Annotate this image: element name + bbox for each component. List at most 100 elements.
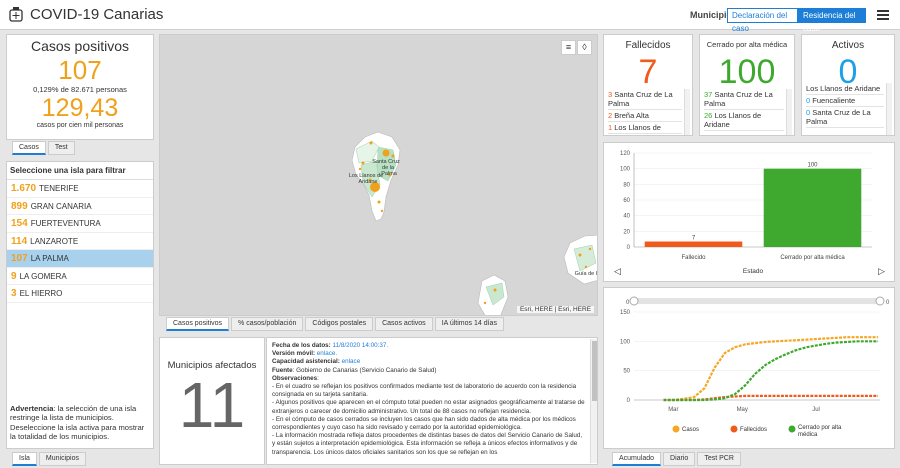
list-item: 37 Santa Cruz de La Palma xyxy=(704,89,784,110)
tab-isla[interactable]: Isla xyxy=(12,452,37,466)
island-count: 114 xyxy=(11,235,28,247)
island-row[interactable]: 899 GRAN CANARIA xyxy=(7,198,153,215)
next-arrow-icon[interactable]: ▷ xyxy=(878,266,885,276)
fallecidos-title: Fallecidos xyxy=(625,40,671,51)
list-item: Los Llanos de Aridane xyxy=(806,83,884,95)
island-row[interactable]: 107 LA PALMA xyxy=(7,250,153,268)
cerrado-value: 100 xyxy=(718,53,776,91)
obs-paragraph: - En el cómputo de casos cerrados se inc… xyxy=(272,415,576,432)
tab-acumulado[interactable]: Acumulado xyxy=(612,452,662,466)
island-name: LA PALMA xyxy=(30,254,69,263)
list-item-count: 0 xyxy=(806,96,811,105)
map-label-gomera: Guía de I xyxy=(575,271,598,277)
x-axis-title: Estado xyxy=(743,268,764,275)
notes-scrollbar[interactable] xyxy=(590,339,597,463)
tab-test-pcr[interactable]: Test PCR xyxy=(697,452,741,466)
island-list: 1.670 TENERIFE 899 GRAN CANARIA 154 FUERTEVEN… xyxy=(7,180,153,303)
legend-swatch[interactable] xyxy=(788,425,796,433)
island-name: GRAN CANARIA xyxy=(30,201,92,211)
map-point[interactable] xyxy=(380,209,384,213)
list-item-count: 26 xyxy=(704,111,713,120)
advert-text: Advertencia: la selección de una isla re… xyxy=(10,404,150,442)
map-attribution: Esri, HERE | Esri, HERE xyxy=(516,306,594,313)
tab-test[interactable]: Test xyxy=(47,141,75,155)
island-name: LA GOMERA xyxy=(19,271,67,281)
y-tick-label: 80 xyxy=(623,182,630,188)
map-point[interactable] xyxy=(391,154,395,158)
list-item-name: Fuencaliente xyxy=(812,96,856,105)
island-name: EL HIERRO xyxy=(19,289,63,298)
basemap-button[interactable]: ◊ xyxy=(577,40,592,55)
cerrado-panel: Cerrado por alta médica 100 37 Santa Cru… xyxy=(699,34,795,136)
municipio-label: Municipio xyxy=(690,10,732,20)
tab-casos-positivos[interactable]: Casos positivos xyxy=(166,317,230,331)
tab-casos-activos[interactable]: Casos activos xyxy=(375,317,433,331)
map-point[interactable] xyxy=(493,288,497,292)
y-tick-label: 50 xyxy=(623,369,630,375)
tab-diario[interactable]: Diario xyxy=(663,452,696,466)
cerrado-scrollbar[interactable] xyxy=(786,89,792,135)
map-panel[interactable]: Santa Cruz de la Palma Los Llanos de Ari… xyxy=(159,34,598,316)
island-row[interactable]: 9 LA GOMERA xyxy=(7,268,153,285)
fallecidos-scrollbar[interactable] xyxy=(684,89,690,135)
notes-scroll-thumb[interactable] xyxy=(592,341,597,401)
map-point[interactable] xyxy=(361,161,365,165)
tab-casos[interactable]: Casos xyxy=(12,141,46,155)
positivos-panel: Casos positivos 107 0,129% de 82.671 per… xyxy=(6,34,154,140)
map-point[interactable] xyxy=(578,253,582,257)
capacidad-link[interactable]: enlace xyxy=(342,358,361,365)
legend-swatch[interactable] xyxy=(730,425,738,433)
declaracion-toggle-button[interactable]: Declaración del caso xyxy=(727,8,798,33)
map-point[interactable] xyxy=(483,301,487,305)
crest-icon xyxy=(9,7,23,22)
y-tick-label: 0 xyxy=(627,398,631,404)
hamburger-menu-icon[interactable] xyxy=(877,10,889,20)
list-item-count: 37 xyxy=(704,90,713,99)
map-canvas[interactable]: Santa Cruz de la Palma Los Llanos de Ari… xyxy=(160,35,598,316)
island-row[interactable]: 1.670 TENERIFE xyxy=(7,180,153,198)
prev-arrow-icon[interactable]: ◁ xyxy=(614,266,621,276)
map-point[interactable] xyxy=(377,200,381,204)
fallecidos-panel: Fallecidos 7 3 Santa Cruz de La Palma 2 … xyxy=(603,34,693,136)
map-point[interactable] xyxy=(358,167,362,171)
layer-list-button[interactable]: ≡ xyxy=(561,40,576,55)
legend-swatch[interactable] xyxy=(672,425,680,433)
fuente-value: : Gobierno de Canarias (Servicio Canario… xyxy=(292,366,437,374)
island-count: 1.670 xyxy=(11,183,37,194)
map-point[interactable] xyxy=(382,149,390,157)
map-point[interactable] xyxy=(584,265,588,269)
movil-link[interactable]: enlace. xyxy=(317,350,337,357)
range-slider-track[interactable] xyxy=(634,298,880,304)
island-count: 154 xyxy=(11,218,28,229)
list-item: 0 Santa Cruz de La Palma xyxy=(806,107,884,128)
cerrado-list: 37 Santa Cruz de La Palma 26 Los Llanos … xyxy=(704,89,784,135)
line-chart-panel: 0 0 0 50 100 150 Mar May Jul Casos Fallecidos Cerra… xyxy=(603,287,895,449)
tab-municipios[interactable]: Municipios xyxy=(38,452,86,466)
activos-list: Los Llanos de Aridane 0 Fuencaliente 0 S… xyxy=(806,83,884,135)
list-item-name: Los Llanos de Aridane xyxy=(806,84,881,93)
list-item-name: Breña Alta xyxy=(614,111,649,120)
tab-codigos-postales[interactable]: Códigos postales xyxy=(305,317,374,331)
residencia-toggle-button[interactable]: Residencia del caso xyxy=(798,8,866,33)
range-slider-handle[interactable] xyxy=(875,296,885,306)
list-item-count: 0 xyxy=(806,108,811,117)
bar[interactable] xyxy=(644,241,743,247)
tab-pct-poblacion[interactable]: % casos/población xyxy=(231,317,304,331)
line-chart: 0 0 0 50 100 150 Mar May Jul Casos Fallecidos Cerra… xyxy=(620,296,890,438)
positivos-title: Casos positivos xyxy=(30,38,130,54)
map-point[interactable] xyxy=(369,141,373,145)
island-row[interactable]: 114 LANZAROTE xyxy=(7,233,153,250)
map-label-santa-cruz-3: Palma xyxy=(381,171,398,177)
fecha-value: 11/8/2020 14:00:37. xyxy=(332,342,389,349)
island-row[interactable]: 3 EL HIERRO xyxy=(7,285,153,303)
range-slider-handle[interactable] xyxy=(629,296,639,306)
activos-scrollbar[interactable] xyxy=(886,83,892,135)
map-point[interactable] xyxy=(588,247,592,251)
bar[interactable] xyxy=(763,168,862,247)
tab-ia-14-dias[interactable]: IA últimos 14 días xyxy=(434,317,504,331)
obs-paragraph: - En el cuadro se reflejan los positivos… xyxy=(272,383,577,399)
island-row[interactable]: 154 FUERTEVENTURA xyxy=(7,215,153,233)
advert-label: Advertencia xyxy=(10,404,54,413)
series-line xyxy=(663,336,878,402)
y-tick-label: 100 xyxy=(620,339,631,345)
